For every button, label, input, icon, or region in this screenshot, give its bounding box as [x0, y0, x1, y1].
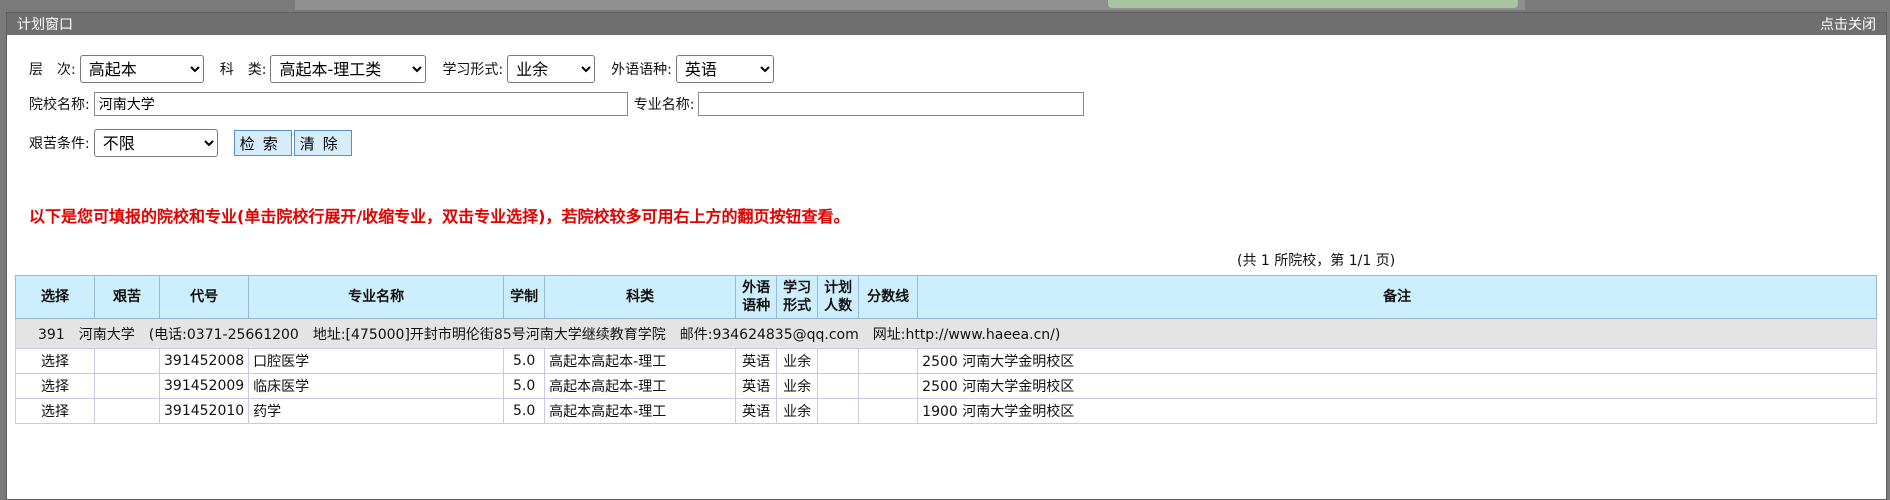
header-remark: 备注	[917, 275, 1877, 319]
level-select[interactable]: 高起本	[79, 55, 204, 83]
select-cell[interactable]: 选择	[15, 373, 95, 399]
close-window-link[interactable]: 点击关闭	[1820, 14, 1876, 34]
header-major: 专业名称	[248, 275, 505, 319]
school-info[interactable]: 391 河南大学 (电话:0371-25661200 地址:[475000]开封…	[15, 318, 1877, 349]
major-cell: 临床医学	[248, 373, 505, 399]
hardship-cell	[94, 348, 160, 374]
code-cell: 391452009	[158, 373, 250, 399]
filter-row-2: 院校名称: 专业名称:	[29, 92, 1090, 116]
filter-row-1: 层 次: 高起本 科 类: 高起本-理工类 学习形式: 业余 外语语种: 英语	[29, 55, 790, 83]
plan-count-cell	[817, 348, 860, 374]
clear-button[interactable]: 清除	[293, 130, 352, 156]
school-name-label: 院校名称:	[29, 97, 90, 113]
score-cell	[858, 398, 919, 424]
hardship-cell	[94, 398, 160, 424]
header-category: 科类	[544, 275, 737, 319]
hardship-label: 艰苦条件:	[29, 136, 90, 152]
background-notification	[1108, 0, 1518, 8]
header-score: 分数线	[858, 275, 919, 319]
level-label: 层 次:	[29, 62, 76, 78]
hardship-cell	[94, 373, 160, 399]
remark-cell: 1900 河南大学金明校区	[917, 398, 1877, 424]
category-cell: 高起本高起本-理工	[544, 348, 737, 374]
category-select[interactable]: 高起本-理工类	[270, 55, 427, 83]
school-name-input[interactable]	[93, 92, 628, 116]
duration-cell: 5.0	[503, 398, 546, 424]
language-cell: 英语	[735, 398, 778, 424]
plan-window: 计划窗口 点击关闭 层 次: 高起本 科 类: 高起本-理工类 学习形式: 业余…	[6, 12, 1887, 500]
category-cell: 高起本高起本-理工	[544, 373, 737, 399]
header-duration: 学制	[503, 275, 546, 319]
language-cell: 英语	[735, 373, 778, 399]
category-cell: 高起本高起本-理工	[544, 398, 737, 424]
table-row[interactable]: 选择 391452008 口腔医学 5.0 高起本高起本-理工 英语 业余 25…	[15, 348, 1877, 374]
instruction-notice: 以下是您可填报的院校和专业(单击院校行展开/收缩专业，双击专业选择)，若院校较多…	[29, 207, 850, 226]
plan-table: 选择 艰苦 代号 专业名称 学制 科类 外语 语种 学习 形式 计划 人数 分数线 备…	[15, 275, 1877, 424]
study-form-cell: 业余	[776, 348, 819, 374]
major-cell: 药学	[248, 398, 505, 424]
score-cell	[858, 348, 919, 374]
hardship-select[interactable]: 不限	[93, 129, 218, 157]
table-row[interactable]: 选择 391452010 药学 5.0 高起本高起本-理工 英语 业余 1900…	[15, 398, 1877, 424]
search-button[interactable]: 检索	[233, 130, 292, 156]
header-hardship: 艰苦	[94, 275, 160, 319]
duration-cell: 5.0	[503, 373, 546, 399]
study-form-label: 学习形式:	[442, 62, 504, 78]
study-form-cell: 业余	[776, 373, 819, 399]
category-label: 科 类:	[219, 62, 267, 78]
filter-row-3: 艰苦条件: 不限 检索 清除	[29, 129, 354, 157]
pagination-info: (共 1 所院校，第 1/1 页)	[1237, 253, 1396, 269]
major-cell: 口腔医学	[248, 348, 505, 374]
language-select[interactable]: 英语	[675, 55, 774, 83]
duration-cell: 5.0	[503, 348, 546, 374]
select-cell[interactable]: 选择	[15, 348, 95, 374]
remark-cell: 2500 河南大学金明校区	[917, 373, 1877, 399]
select-cell[interactable]: 选择	[15, 398, 95, 424]
study-form-select[interactable]: 业余	[507, 55, 596, 83]
window-title: 计划窗口	[17, 17, 73, 33]
header-study-form: 学习 形式	[776, 275, 819, 319]
code-cell: 391452010	[158, 398, 250, 424]
major-name-label: 专业名称:	[633, 97, 695, 113]
header-language: 外语 语种	[735, 275, 778, 319]
header-code: 代号	[158, 275, 250, 319]
code-cell: 391452008	[158, 348, 250, 374]
language-cell: 英语	[735, 348, 778, 374]
remark-cell: 2500 河南大学金明校区	[917, 348, 1877, 374]
table-header-row: 选择 艰苦 代号 专业名称 学制 科类 外语 语种 学习 形式 计划 人数 分数线 备…	[15, 275, 1877, 319]
school-row[interactable]: 391 河南大学 (电话:0371-25661200 地址:[475000]开封…	[15, 318, 1877, 349]
window-titlebar: 计划窗口 点击关闭	[7, 13, 1886, 35]
major-name-input[interactable]	[698, 92, 1085, 116]
plan-count-cell	[817, 373, 860, 399]
language-label: 外语语种:	[611, 62, 672, 78]
score-cell	[858, 373, 919, 399]
study-form-cell: 业余	[776, 398, 819, 424]
table-row[interactable]: 选择 391452009 临床医学 5.0 高起本高起本-理工 英语 业余 25…	[15, 373, 1877, 399]
header-select: 选择	[15, 275, 95, 319]
plan-count-cell	[817, 398, 860, 424]
header-plan-count: 计划 人数	[817, 275, 860, 319]
